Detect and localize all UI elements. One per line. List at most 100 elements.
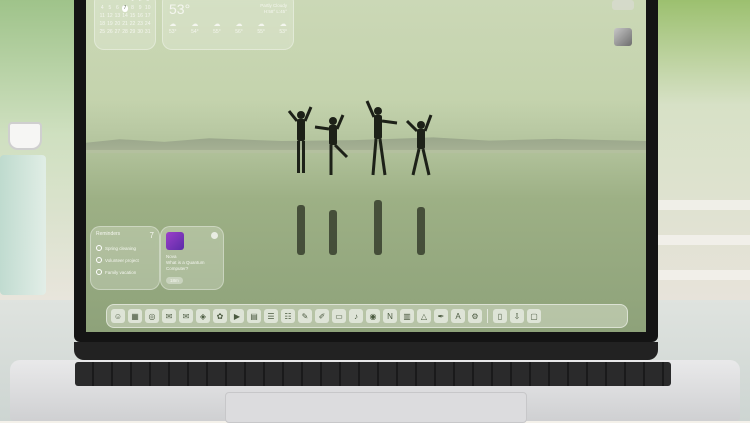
mail-icon[interactable]: ✉ [179,309,193,323]
checkbox-icon[interactable] [96,269,102,275]
reminder-text: Family vacation [105,269,137,275]
contacts-icon[interactable]: ☰ [264,309,278,323]
dock: ☺ ▦ ◎ ✉ ✉ ◈ ✿ ▶ ▤ ☰ ☷ ✎ ✐ ▭ ♪ ◉ N ▥ △ ✒ A ⚙ ▯ ⇩ ▢ [106,304,628,328]
calendar-day: 31 [144,29,151,35]
calendar-day: 13 [114,13,121,19]
weather-hour: ☁ 55° [213,21,221,35]
news-icon[interactable]: N [383,309,397,323]
calendar-day: 6 [116,5,119,11]
hour-temp: 56° [235,29,243,35]
hour-temp: 53° [279,29,287,35]
calendar-day: 21 [122,21,128,27]
checkbox-icon[interactable] [96,245,102,251]
maps-icon[interactable]: ◈ [196,309,210,323]
cloud-icon: ☁ [169,21,177,28]
calendar-day: 29 [129,29,136,35]
tv-icon[interactable]: ▭ [332,309,346,323]
facetime-icon[interactable]: ▶ [230,309,244,323]
calendar-day: 7 [121,5,129,12]
safari-icon[interactable]: ◎ [145,309,159,323]
calendar-day: 12 [107,13,113,19]
calendar-day: 2 [138,0,142,3]
cup [8,122,42,150]
reminder-item[interactable]: Spring cleaning [91,242,159,254]
laptop-hinge [74,342,658,360]
podcast-widget[interactable]: Nova What is a Quantum Computer? 18m [160,226,224,290]
launchpad-icon[interactable]: ▦ [128,309,142,323]
calendar-day: 9 [138,5,142,11]
desktop-image-icon[interactable] [614,28,632,46]
keyboard[interactable] [75,362,671,386]
reminders-count: 7 [149,231,154,240]
reminders-title: Reminders [96,231,121,237]
iphone-mirroring-icon[interactable]: ▯ [493,309,507,323]
keynote-icon[interactable]: △ [417,309,431,323]
play-icon[interactable] [211,232,218,239]
calendar-day: 27 [114,29,121,35]
calendar-day: 26 [107,29,113,35]
calendar-day: 5 [108,5,112,11]
weather-hour: ☁ 55° [257,21,265,35]
trackpad[interactable] [225,392,527,423]
music-icon[interactable]: ♪ [349,309,363,323]
reminder-item[interactable]: Volunteer project [91,254,159,266]
desktop-file-icon[interactable] [612,0,634,10]
calendar-day: 23 [137,21,143,27]
podcasts-icon[interactable]: ◉ [366,309,380,323]
numbers-icon[interactable]: ▥ [400,309,414,323]
weather-hour: ☁ 53° [279,21,287,35]
podcast-remaining-time: 18m [166,277,183,284]
calendar-day: 25 [99,29,106,35]
appstore-icon[interactable]: A [451,309,465,323]
weather-hour: ☁ 53° [169,21,177,35]
reminders-widget[interactable]: Reminders 7 Spring cleaning Volunteer pr… [90,226,160,290]
trash-icon[interactable]: ▢ [527,309,541,323]
calendar-day: 15 [129,13,136,19]
calendar-day: 11 [99,13,105,19]
weather-condition: Partly Cloudy H:58° L:45° [260,3,287,15]
cloud-icon: ☁ [235,21,243,28]
calendar-day [114,0,121,4]
calendar-day: 8 [131,5,134,11]
freeform-icon[interactable]: ✐ [315,309,329,323]
notes-icon[interactable]: ✎ [298,309,312,323]
calendar-day: 10 [144,5,151,11]
calendar-icon[interactable]: ▤ [247,309,261,323]
checkbox-icon[interactable] [96,257,102,263]
reminder-text: Volunteer project [105,257,139,263]
calendar-widget[interactable]: 1 2 3 4 5 6 7 8 9 10 11 12 13 14 15 16 17 18 19 20 21 22 23 24 2… [94,0,156,50]
calendar-day: 3 [146,0,150,3]
weather-widget[interactable]: 53° Partly Cloudy H:58° L:45° ☁ 53° ☁ 54° … [162,0,294,50]
messages-icon[interactable]: ✉ [162,309,176,323]
reminder-item[interactable]: Family vacation [91,266,159,278]
calendar-day: 22 [129,21,136,27]
calendar-day: 17 [144,13,151,19]
weather-current-temp: 53° [169,1,191,17]
hour-temp: 54° [191,29,199,35]
calendar-day: 28 [122,29,128,35]
hour-temp: 53° [169,29,177,35]
wallpaper-people-silhouettes [287,100,433,255]
background-window-right [654,0,750,300]
hour-temp: 55° [257,29,265,35]
downloads-icon[interactable]: ⇩ [510,309,524,323]
dock-separator [487,309,488,323]
cloud-icon: ☁ [191,21,199,28]
finder-icon[interactable]: ☺ [111,309,125,323]
photos-icon[interactable]: ✿ [213,309,227,323]
cloud-icon: ☁ [279,21,287,28]
calendar-day: 19 [107,21,113,27]
podcast-episode: What is a Quantum Computer? [166,260,205,271]
blind-slat [654,200,750,210]
calendar-day: 30 [137,29,143,35]
desktop-screen: 1 2 3 4 5 6 7 8 9 10 11 12 13 14 15 16 17 18 19 20 21 22 23 24 2… [86,0,646,332]
cloud-icon: ☁ [213,21,221,28]
weather-hourly: ☁ 53° ☁ 54° ☁ 55° ☁ 56° ☁ 55° ☁ 53° [169,21,287,35]
pages-icon[interactable]: ✒ [434,309,448,323]
settings-icon[interactable]: ⚙ [468,309,482,323]
reminders-icon[interactable]: ☷ [281,309,295,323]
calendar-day: 24 [144,21,151,27]
reminder-text: Spring cleaning [105,245,137,251]
calendar-day: 4 [100,5,104,11]
hour-temp: 55° [213,29,221,35]
